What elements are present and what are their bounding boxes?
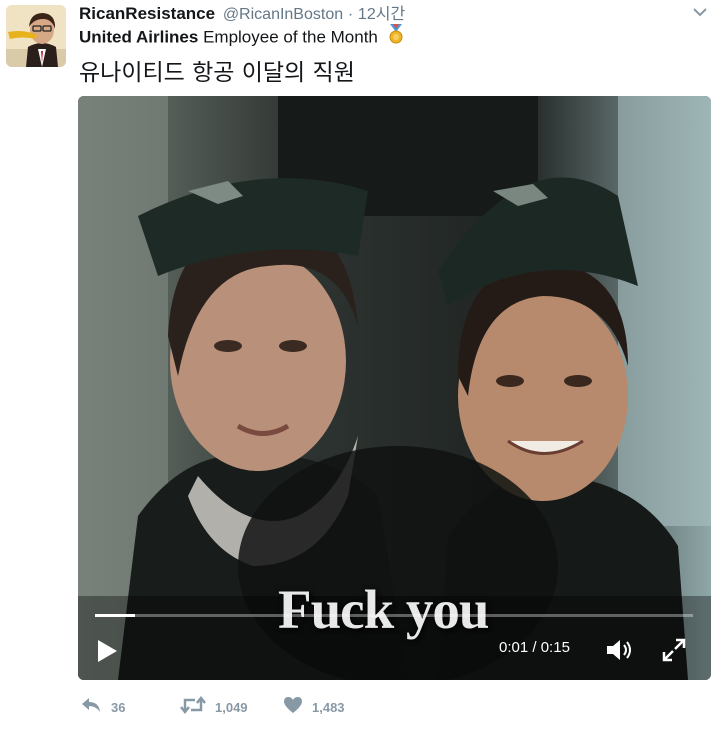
video-duration: 0:15 <box>540 639 570 656</box>
video-current-time: 0:01 <box>499 639 529 656</box>
separator-dot: · <box>347 6 354 23</box>
reply-button[interactable]: 36 <box>80 696 125 719</box>
tweet-text-rest: Employee of the Month <box>198 27 378 47</box>
tweet-timestamp[interactable]: 12시간 <box>358 6 405 23</box>
reply-icon <box>80 696 102 719</box>
like-count: 1,483 <box>312 700 345 715</box>
medal-icon <box>387 24 405 49</box>
tweet-header: RicanResistance @RicanInBoston · 12시간 <box>79 4 405 25</box>
fullscreen-icon[interactable] <box>661 637 687 663</box>
video-progress-bar[interactable] <box>95 614 693 617</box>
video-progress-fill <box>95 614 135 617</box>
video-player[interactable]: Fuck you 0:01 / 0:15 <box>78 96 711 680</box>
video-time-separator: / <box>528 639 541 656</box>
like-button[interactable]: 1,483 <box>283 696 345 719</box>
user-handle[interactable]: @RicanInBoston <box>223 6 343 23</box>
video-time-readout: 0:01 / 0:15 <box>499 639 570 656</box>
video-caption: Fuck you <box>278 579 490 640</box>
tweet-text-bold: United Airlines <box>79 27 199 47</box>
display-name[interactable]: RicanResistance <box>79 4 215 23</box>
retweet-count: 1,049 <box>215 700 248 715</box>
play-icon[interactable] <box>95 636 121 666</box>
retweet-icon <box>180 695 206 719</box>
tweet: RicanResistance @RicanInBoston · 12시간 Un… <box>0 0 720 732</box>
avatar[interactable] <box>6 5 66 67</box>
reply-count: 36 <box>111 700 126 715</box>
volume-icon[interactable] <box>605 637 635 663</box>
tweet-text-line1: United Airlines Employee of the Month <box>79 24 405 49</box>
heart-icon <box>283 696 303 719</box>
more-options-chevron-icon[interactable] <box>690 4 710 20</box>
retweet-button[interactable]: 1,049 <box>180 695 248 719</box>
tweet-text-korean: 유나이티드 항공 이달의 직원 <box>79 60 355 86</box>
